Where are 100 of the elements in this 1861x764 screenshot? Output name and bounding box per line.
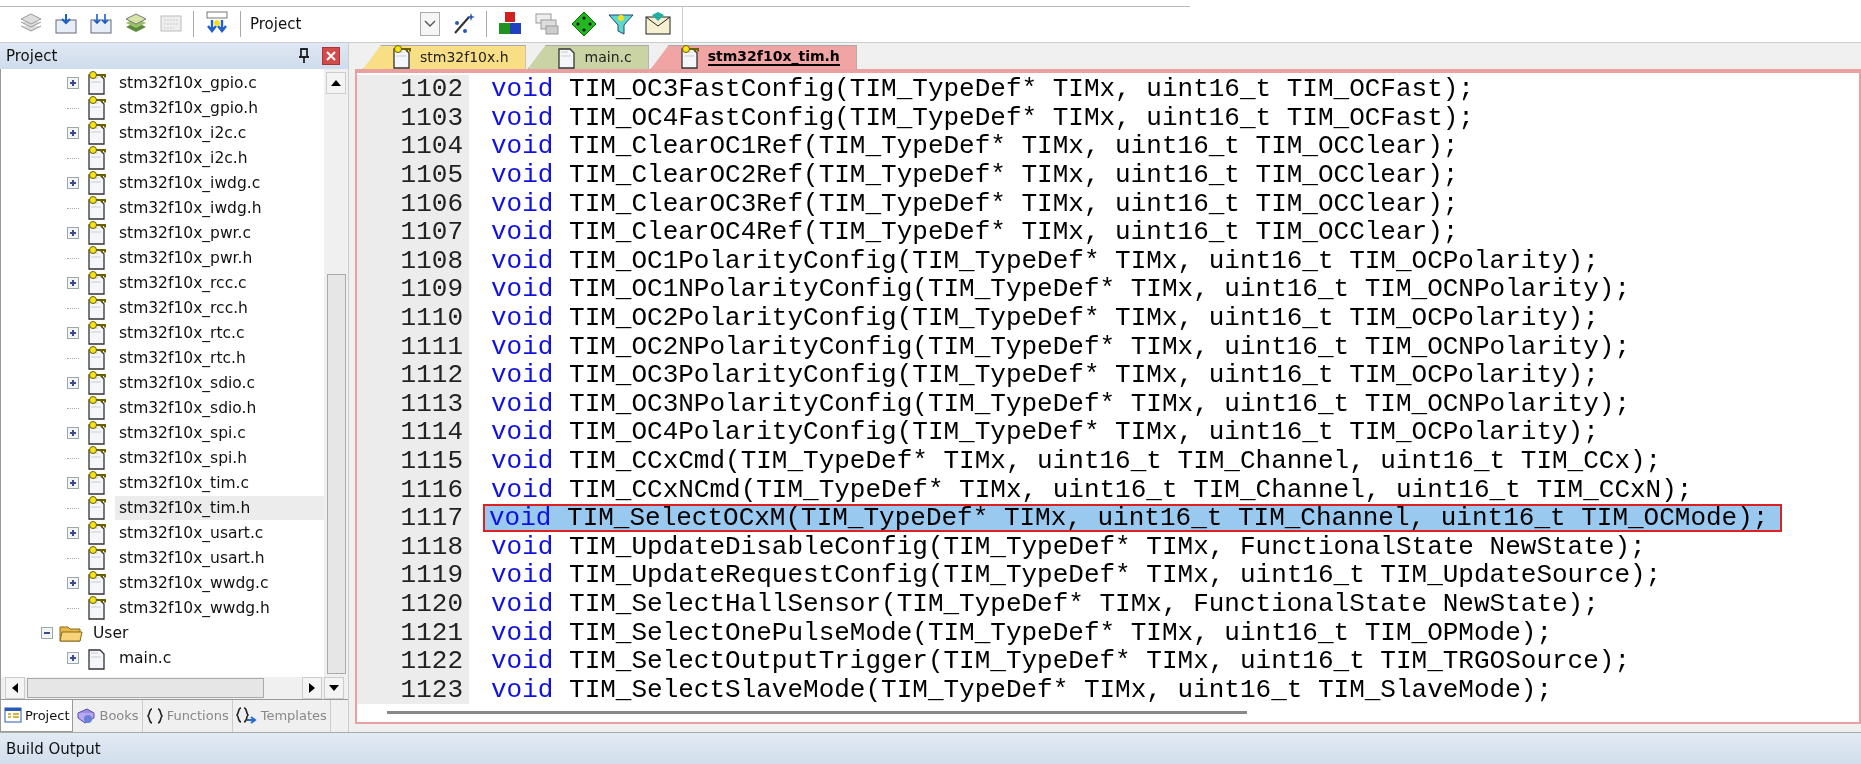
expand-toggle[interactable] <box>67 127 79 140</box>
tree-item[interactable]: stm32f10x_i2c.c <box>115 121 251 146</box>
expand-toggle[interactable] <box>67 577 79 590</box>
tree-item[interactable]: stm32f10x_rcc.c <box>115 271 251 296</box>
vertical-scrollbar[interactable] <box>324 68 348 677</box>
line-number: 1118 <box>357 532 469 562</box>
download-icon[interactable] <box>53 12 79 37</box>
locked-file-icon <box>85 496 109 521</box>
tree-item[interactable]: stm32f10x_spi.h <box>115 446 252 471</box>
locked-file-icon <box>85 371 109 396</box>
download-icon[interactable] <box>88 12 114 37</box>
scroll-up-button[interactable] <box>326 71 346 94</box>
line-number: 1110 <box>357 303 469 333</box>
close-button[interactable] <box>322 46 340 65</box>
locked-file-icon <box>85 196 109 221</box>
line-number: 1123 <box>357 675 469 704</box>
expand-toggle[interactable] <box>67 177 79 190</box>
tree-item[interactable]: main.c <box>115 646 176 671</box>
line-number: 1103 <box>357 103 469 133</box>
line-number: 1111 <box>357 332 469 361</box>
triangle-left-icon <box>12 682 18 693</box>
line-number: 1105 <box>357 160 469 190</box>
expand-toggle[interactable] <box>67 277 79 290</box>
chevron-down-icon <box>424 20 436 29</box>
scroll-thumb[interactable] <box>27 677 264 698</box>
locked-file-icon <box>85 421 109 446</box>
locked-file-icon <box>85 521 109 546</box>
envelope-icon[interactable] <box>644 11 672 38</box>
line-number: 1112 <box>357 360 469 390</box>
file-tab[interactable]: stm32f10x.h <box>363 44 526 69</box>
code-line: void TIM_OC4FastConfig(TIM_TypeDef* TIMx, uint16_t TIM_OCFast); <box>490 103 1475 133</box>
line-number: 1116 <box>357 475 469 504</box>
locked-file-icon <box>85 571 109 596</box>
code-line: void TIM_UpdateRequestConfig(TIM_TypeDef* TIMx, uint16_t TIM_UpdateSource); <box>490 561 1663 590</box>
tree-item[interactable]: stm32f10x_gpio.h <box>115 96 263 121</box>
funnel-icon[interactable] <box>607 11 635 38</box>
tree-item[interactable]: stm32f10x_tim.c <box>115 471 253 496</box>
expand-toggle[interactable] <box>67 477 79 490</box>
pin-icon[interactable] <box>298 47 310 64</box>
folder-icon <box>59 623 83 644</box>
tree-item[interactable]: stm32f10x_pwr.h <box>115 246 257 271</box>
line-number: 1113 <box>357 389 469 419</box>
tree-item[interactable]: stm32f10x_sdio.h <box>115 396 261 421</box>
diamond-icon[interactable] <box>570 10 598 39</box>
tree-item[interactable]: stm32f10x_tim.h <box>115 496 324 521</box>
scroll-down-button[interactable] <box>324 676 344 699</box>
line-number: 1114 <box>357 418 469 447</box>
code-line: void TIM_OC3PolarityConfig(TIM_TypeDef* TIMx, uint16_t TIM_OCPolarity); <box>490 360 1600 390</box>
book-icon <box>76 706 97 725</box>
tree-item[interactable]: stm32f10x_usart.h <box>115 546 269 571</box>
locked-file-icon <box>85 471 109 496</box>
panel-tab[interactable]: Project <box>0 699 74 732</box>
tree-item[interactable]: stm32f10x_rcc.h <box>115 296 252 321</box>
tree-item[interactable]: stm32f10x_wwdg.c <box>115 571 273 596</box>
panel-title: Build Output <box>6 739 101 758</box>
tree-item[interactable]: stm32f10x_spi.c <box>115 421 250 446</box>
scroll-right-button[interactable] <box>302 676 322 699</box>
tree-item[interactable]: User <box>89 621 133 646</box>
panel-title: Project <box>6 46 59 65</box>
target-select[interactable]: Project <box>250 10 440 39</box>
locked-file-icon <box>85 96 109 121</box>
tree-item[interactable]: stm32f10x_wwdg.h <box>115 596 274 621</box>
code-line: void TIM_CCxCmd(TIM_TypeDef* TIMx, uint16_t TIM_Channel, uint16_t TIM_CCx); <box>490 446 1663 476</box>
locked-file-icon <box>85 246 109 271</box>
code-line: void TIM_OC2PolarityConfig(TIM_TypeDef* TIMx, uint16_t TIM_OCPolarity); <box>490 303 1600 333</box>
expand-toggle[interactable] <box>67 427 79 440</box>
expand-toggle[interactable] <box>67 327 79 340</box>
line-number: 1121 <box>357 618 469 647</box>
tree-item[interactable]: stm32f10x_gpio.c <box>115 71 261 96</box>
line-number: 1106 <box>357 189 469 218</box>
tree-item[interactable]: stm32f10x_rtc.c <box>115 321 249 346</box>
locked-file-icon <box>85 296 109 321</box>
tree-item[interactable]: stm32f10x_iwdg.h <box>115 196 266 221</box>
expand-toggle[interactable] <box>67 227 79 240</box>
locked-file-icon <box>85 546 109 571</box>
file-tab[interactable]: stm32f10x_tim.h <box>650 44 857 69</box>
expand-toggle[interactable] <box>67 77 79 90</box>
scroll-thumb[interactable] <box>326 273 346 674</box>
expand-toggle[interactable] <box>67 527 79 540</box>
expand-toggle[interactable] <box>67 652 79 665</box>
tree-item[interactable]: stm32f10x_rtc.h <box>115 346 250 371</box>
tree-item[interactable]: stm32f10x_i2c.h <box>115 146 252 171</box>
file-tab[interactable]: main.c <box>527 44 649 69</box>
collapse-toggle[interactable] <box>41 627 53 640</box>
line-number: 1120 <box>357 589 469 619</box>
tree-item[interactable]: stm32f10x_iwdg.c <box>115 171 265 196</box>
braces-arrow-icon <box>235 706 258 725</box>
locked-file-icon <box>85 346 109 371</box>
code-line: void TIM_SelectSlaveMode(TIM_TypeDef* TIMx, uint16_t TIM_SlaveMode); <box>490 675 1553 704</box>
tree-item[interactable]: stm32f10x_usart.c <box>115 521 268 546</box>
tree-item[interactable]: stm32f10x_pwr.c <box>115 221 255 246</box>
line-number: 1119 <box>357 561 469 590</box>
locked-file-icon <box>85 221 109 246</box>
scroll-left-button[interactable] <box>5 676 25 699</box>
triangle-down-icon <box>329 684 339 691</box>
code-line: void TIM_OC1PolarityConfig(TIM_TypeDef* TIMx, uint16_t TIM_OCPolarity); <box>490 246 1600 276</box>
scroll-thumb[interactable] <box>387 711 1247 715</box>
line-number: 1115 <box>357 446 469 476</box>
tree-item[interactable]: stm32f10x_sdio.c <box>115 371 259 396</box>
expand-toggle[interactable] <box>67 377 79 390</box>
